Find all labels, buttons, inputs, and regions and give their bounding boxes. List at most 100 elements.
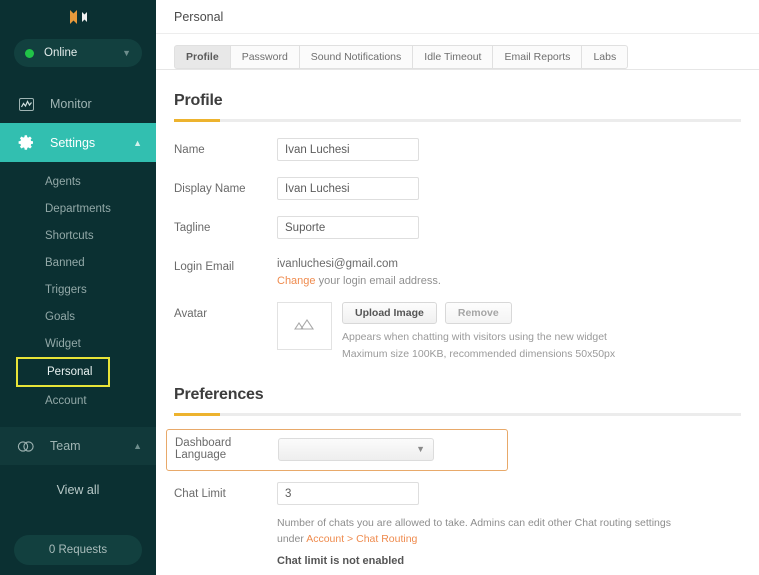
sub-item-label: Goals [45, 310, 76, 323]
view-all-label: View all [56, 483, 100, 497]
main-content: Personal Profile Password Sound Notifica… [156, 0, 759, 575]
preferences-section-heading: Preferences [174, 386, 264, 404]
field-label: Display Name [174, 183, 246, 195]
diamond-orange-icon [69, 10, 77, 24]
tab-password[interactable]: Password [229, 45, 299, 69]
page-title: Personal [174, 9, 224, 24]
tab-label: Profile [186, 51, 219, 63]
chat-limit-note: Number of chats you are allowed to take.… [277, 516, 689, 548]
field-avatar: Avatar Upload Image Remove Appears when [174, 302, 741, 362]
sidebar-item-departments[interactable]: Departments [0, 195, 156, 222]
sidebar-item-personal[interactable]: Personal [16, 357, 110, 387]
avatar-button-row: Upload Image Remove [342, 302, 615, 324]
sidebar-item-triggers[interactable]: Triggers [0, 276, 156, 303]
dashboard-language-row: Dashboard Language ▼ [166, 429, 508, 472]
login-email-value: ivanluchesi@gmail.com [277, 258, 398, 270]
gear-icon [16, 134, 36, 151]
tab-label: Sound Notifications [310, 51, 402, 63]
tab-email-reports[interactable]: Email Reports [492, 45, 582, 69]
sidebar-item-settings[interactable]: Settings ▲ [0, 123, 156, 162]
chat-limit-status: Chat limit is not enabled [277, 554, 405, 567]
field-chat-limit: Chat Limit [174, 482, 741, 506]
sub-item-label: Banned [45, 256, 85, 269]
avatar-help-line1: Appears when chatting with visitors usin… [342, 331, 607, 343]
field-name: Name [174, 138, 741, 161]
field-login-email: Login Email ivanluchesi@gmail.com Change… [174, 255, 741, 287]
change-email-suffix: your login email address. [315, 275, 441, 287]
requests-label: 0 Requests [48, 544, 108, 556]
sub-item-label: Triggers [45, 283, 87, 296]
monitor-chart-icon [16, 97, 36, 111]
sidebar-item-banned[interactable]: Banned [0, 249, 156, 276]
section-divider [174, 119, 741, 122]
sidebar-item-team[interactable]: Team ▲ [0, 427, 156, 465]
login-email-block: ivanluchesi@gmail.com Change your login … [277, 255, 441, 287]
field-label: Tagline [174, 222, 211, 234]
requests-button[interactable]: 0 Requests [14, 535, 142, 565]
tab-labs[interactable]: Labs [581, 45, 629, 69]
avatar-preview [277, 302, 332, 350]
sidebar-item-monitor[interactable]: Monitor [0, 85, 156, 123]
tab-bar: Profile Password Sound Notifications Idl… [156, 34, 759, 70]
sidebar-item-agents[interactable]: Agents [0, 168, 156, 195]
change-email-link[interactable]: Change [277, 275, 316, 287]
avatar-help-line2: Maximum size 100KB, recommended dimensio… [342, 348, 616, 361]
dashboard-language-select[interactable]: ▼ [278, 437, 434, 461]
chat-limit-note-block: Number of chats you are allowed to take.… [277, 511, 689, 567]
tab-idle-timeout[interactable]: Idle Timeout [412, 45, 493, 69]
sidebar-item-label: Team [50, 439, 81, 453]
tagline-input[interactable] [277, 216, 419, 239]
sidebar-item-widget[interactable]: Widget [0, 330, 156, 357]
sidebar-item-shortcuts[interactable]: Shortcuts [0, 222, 156, 249]
settings-submenu: Agents Departments Shortcuts Banned Trig… [0, 162, 156, 418]
field-display-name: Display Name [174, 177, 741, 200]
avatar-actions: Upload Image Remove Appears when chattin… [342, 302, 615, 362]
sub-item-label: Shortcuts [45, 229, 94, 242]
logo[interactable] [0, 0, 156, 30]
field-label: Chat Limit [174, 488, 226, 501]
sidebar-item-goals[interactable]: Goals [0, 303, 156, 330]
sub-item-label: Personal [47, 366, 93, 378]
sidebar-item-label: Monitor [50, 97, 92, 111]
sub-item-label: Departments [45, 202, 111, 215]
tab-profile[interactable]: Profile [174, 45, 230, 69]
chevron-down-icon: ▼ [416, 444, 425, 455]
profile-section-heading: Profile [174, 92, 223, 109]
section-divider [174, 413, 741, 417]
app-root: Online ▼ Monitor Settings ▲ Agents Depar… [0, 0, 759, 575]
field-label: Login Email [174, 261, 235, 273]
status-selector[interactable]: Online ▼ [14, 39, 142, 67]
tab-label: Labs [593, 51, 617, 63]
diamond-white-icon [81, 12, 87, 22]
tab-sound-notifications[interactable]: Sound Notifications [298, 45, 413, 69]
tab-label: Idle Timeout [424, 51, 482, 63]
chat-limit-notes: Number of chats you are allowed to take.… [174, 511, 741, 567]
page-header: Personal [156, 0, 759, 34]
team-circles-icon [16, 440, 36, 452]
sidebar-item-account[interactable]: Account [0, 387, 156, 414]
chat-limit-input[interactable] [277, 482, 419, 506]
sub-item-label: Agents [45, 175, 81, 188]
status-online-dot-icon [25, 48, 34, 58]
upload-image-button[interactable]: Upload Image [342, 302, 437, 324]
sub-item-label: Widget [45, 337, 81, 350]
field-tagline: Tagline [174, 216, 741, 239]
chevron-up-icon: ▲ [133, 441, 142, 451]
chevron-up-icon: ▲ [133, 137, 142, 148]
settings-form: Profile Name Display Name Tagline Login … [156, 70, 759, 575]
sidebar: Online ▼ Monitor Settings ▲ Agents Depar… [0, 0, 156, 575]
remove-avatar-button[interactable]: Remove [444, 302, 512, 324]
sidebar-view-all[interactable]: View all [0, 465, 156, 515]
name-input[interactable] [277, 138, 419, 161]
status-label: Online [44, 47, 78, 59]
chevron-down-icon: ▼ [122, 47, 131, 58]
field-label: Avatar [174, 308, 208, 320]
field-label: Name [174, 144, 205, 156]
tab-label: Password [241, 51, 288, 63]
field-label: Dashboard Language [175, 437, 232, 462]
tab-label: Email Reports [504, 51, 571, 63]
chat-routing-link[interactable]: Account > Chat Routing [306, 533, 417, 545]
display-name-input[interactable] [277, 177, 419, 200]
requests-container: 0 Requests [0, 535, 156, 565]
